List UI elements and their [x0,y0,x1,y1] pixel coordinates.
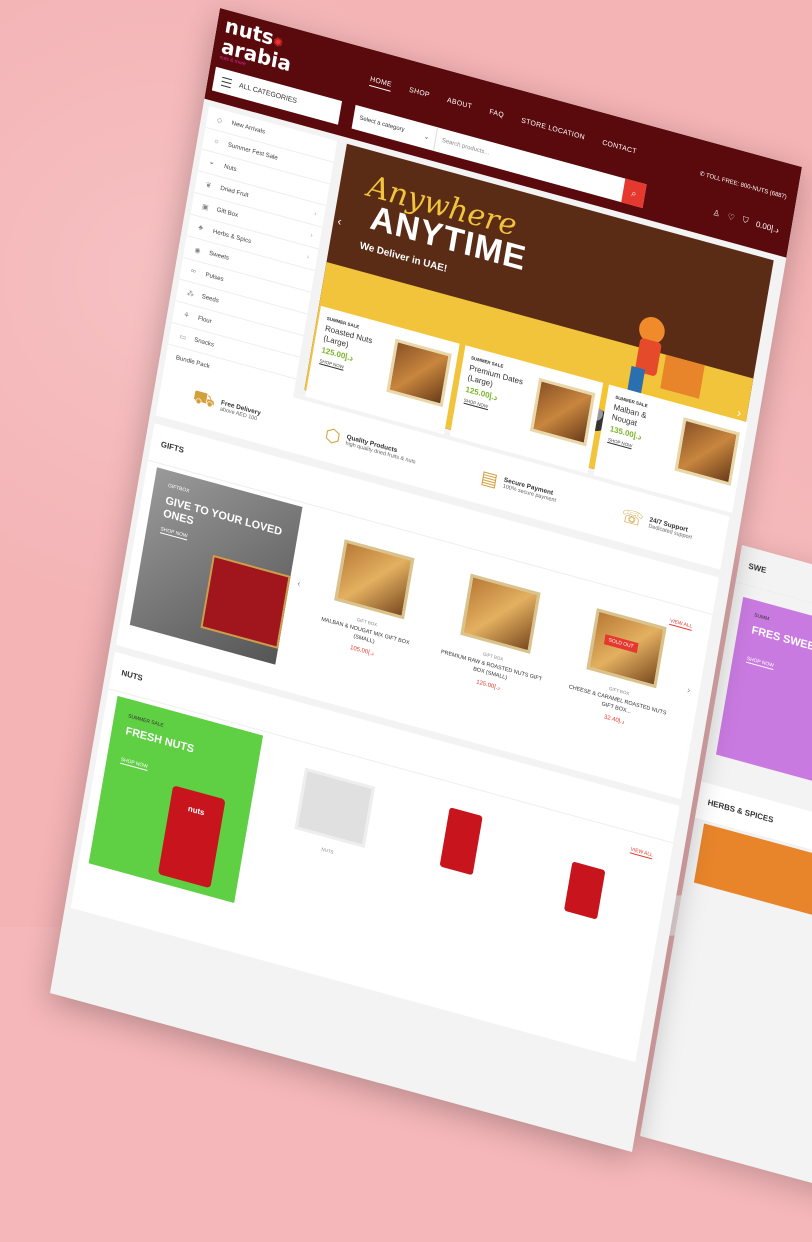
feature-secure-payment: ▤ Secure Payment 100% secure payment [479,466,558,507]
nav-home[interactable]: HOME [369,76,393,92]
product-image [439,807,483,876]
sidebar-item-label: Gift Box [216,206,239,220]
gifts-banner-tag: GIFTBOX [167,482,190,495]
product-card[interactable]: NUTS [274,763,394,868]
all-categories-label: ALL CATEGORIES [238,81,298,105]
product-card[interactable] [403,797,520,885]
user-icon[interactable]: ♙ [712,207,720,218]
snack-icon: ▭ [178,332,187,342]
truck-icon: ⛟ [191,385,217,412]
chevron-right-icon: › [313,210,318,218]
product-image: SOLD OUT [586,608,667,689]
sidebar-item-label: Snacks [193,336,215,349]
sidebar-item-label: Pulses [204,271,225,284]
feature-quality: ⬡ Quality Products high quality dried frui… [323,423,418,469]
chevron-right-icon: › [309,231,314,240]
sidebar-item-label: Seeds [201,293,220,305]
feature-support: ☏ 24/7 Support Dedicated support [620,504,695,544]
nav-contact[interactable]: CONTACT [601,139,638,158]
gift-icon: ▣ [201,202,210,212]
category-select-label: Select a category [358,115,405,134]
slider-prev-arrow-icon[interactable]: ‹ [337,214,343,229]
sidebar-item-label: New Arrivals [231,119,266,136]
sweets-shop-now-link[interactable]: SHOP NOW [746,655,775,671]
sidebar-item-label: Herbs & Spics [212,227,252,246]
nuts-shop-now-link[interactable]: SHOP NOW [120,756,149,771]
sidebar-item-label: Flour [197,314,213,326]
nav-about[interactable]: ABOUT [446,97,472,114]
bag-logo-text: nuts [187,804,206,818]
product-card[interactable]: SOLD OUT GIFT BOX CHEESE & CARAMEL ROAST… [560,603,685,738]
sun-icon: ☼ [212,137,221,146]
fruit-icon: ❦ [205,181,213,190]
herb-icon: ♣ [197,224,204,233]
brand-logo[interactable]: nuts✺ arabia nuts & more [219,13,295,76]
nuts-bag-image: nuts [157,785,226,889]
sweet-icon: ◉ [193,246,202,255]
toll-free-text: TOLL FREE: 800-NUTS (6887) [705,172,788,201]
headset-icon: ☏ [619,504,646,531]
search-button[interactable]: ⌕ [621,178,647,209]
category-select[interactable]: Select a category ⌄ [351,104,439,152]
product-image [460,573,541,654]
flour-icon: ⚘ [182,311,191,320]
promo-shop-now-link[interactable]: SHOP NOW [463,397,489,411]
gifts-banner[interactable]: GIFTBOX GIVE TO YOUR LOVED ONES SHOP NOW [129,467,303,665]
sold-out-badge: SOLD OUT [603,634,639,653]
nuts-banner-heading: FRESH NUTS [124,725,195,756]
product-card[interactable]: GIFT BOX MALBAN & NOUGAT MIX GIFT BOX (S… [308,534,433,669]
wishlist-icon[interactable]: ♡ [727,211,735,222]
seed-icon: ⁂ [186,289,195,299]
sidebar-item-label: Nuts [223,162,238,174]
gifts-banner-heading: GIVE TO YOUR LOVED ONES [162,494,283,539]
promo-shop-now-link[interactable]: SHOP NOW [607,436,633,450]
sweets-banner[interactable]: SUMM FRES SWEE SHOP NOW [716,596,812,792]
gift-box-image [200,554,291,649]
carousel-next-arrow-icon[interactable]: › [687,685,692,696]
product-image [563,861,606,920]
nav-store-location[interactable]: STORE LOCATION [520,117,586,144]
pulse-icon: ∞ [190,267,197,276]
sweets-banner-tag: SUMM [753,612,770,623]
feature-free-delivery: ⛟ Free Delivery above AED 100 [191,386,262,428]
hamburger-icon [220,76,233,88]
nav-shop[interactable]: SHOP [408,87,431,102]
box-icon: ⬡ [323,423,343,448]
sidebar-item-label: Sweets [208,249,230,262]
nut-icon: ◒ [209,159,215,168]
search-icon: ⌕ [630,187,638,199]
header-icons: ♙ ♡ ⛉ د.إ0.00 [712,207,780,235]
chevron-down-icon: ⌄ [423,133,430,141]
tag-icon: ◇ [216,116,223,125]
promo-shop-now-link[interactable]: SHOP NOW [319,358,345,371]
cart-icon[interactable]: ⛉ [742,215,749,226]
placeholder-image-icon [294,767,376,848]
nuts-view-all-link[interactable]: VIEW ALL [629,846,654,860]
carousel-prev-arrow-icon[interactable]: ‹ [297,578,302,589]
chevron-right-icon: › [306,253,310,262]
product-image [334,539,415,620]
cart-total[interactable]: د.إ0.00 [755,219,779,234]
nav-faq[interactable]: FAQ [488,109,505,123]
gifts-shop-now-link[interactable]: SHOP NOW [159,526,188,541]
card-icon: ▤ [479,466,500,491]
toll-free-number[interactable]: ✆ TOLL FREE: 800-NUTS (6887) [699,170,787,201]
product-card[interactable] [527,851,642,929]
sidebar-item-label: Dried Fruit [219,184,250,200]
product-card[interactable]: GIFT BOX PREMIUM RAW & ROASTED NUTS GIFT… [434,569,559,704]
sweets-banner-heading: FRES SWEE [750,624,812,654]
nuts-banner[interactable]: SUMMER SALE FRESH NUTS SHOP NOW nuts [88,695,264,904]
